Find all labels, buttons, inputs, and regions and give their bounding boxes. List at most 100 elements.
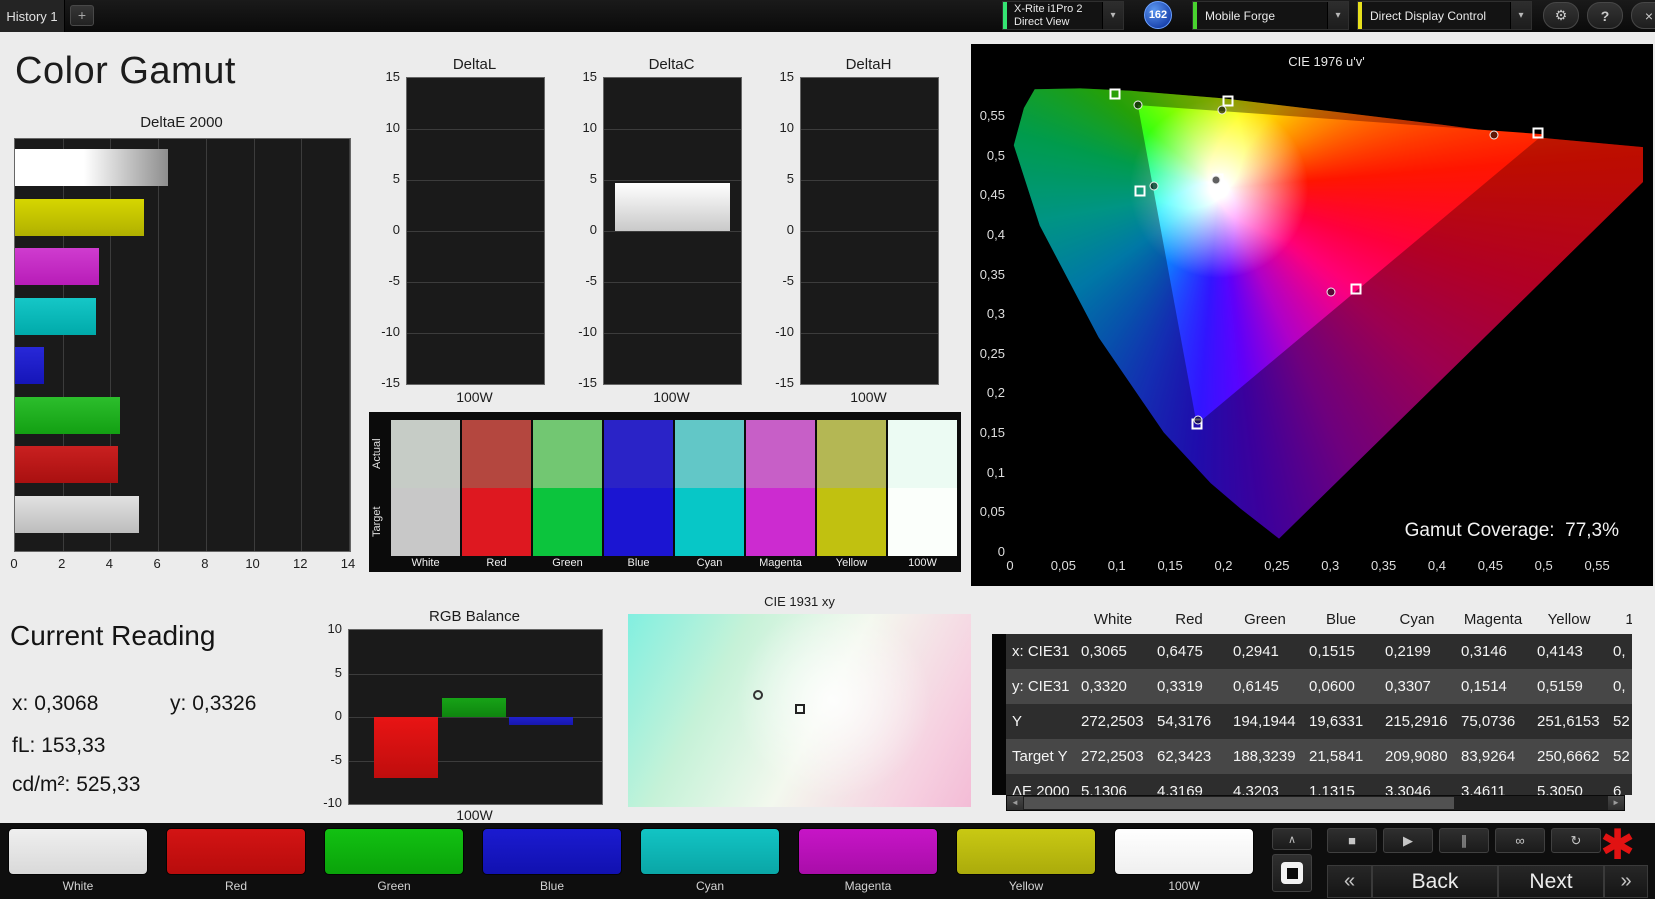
loop-icon: ↻: [1570, 832, 1582, 848]
source-selector[interactable]: Mobile Forge ▾: [1192, 1, 1349, 30]
axis-tick: 10: [385, 120, 400, 135]
chevron-down-icon[interactable]: ▾: [1327, 2, 1348, 29]
axis-tick: 0,15: [979, 425, 1005, 441]
pattern-window-icon: [1281, 862, 1303, 884]
swatch-label: Cyan: [696, 557, 723, 569]
table-cell: 5,1306: [1075, 774, 1151, 795]
chevron-down-icon[interactable]: ▾: [1510, 2, 1531, 29]
deltah-chart: DeltaH 15 10 5 0 -5 -10 -15 100W: [766, 50, 976, 420]
axis-tick: 14: [340, 556, 356, 571]
table-cell: 0,3320: [1075, 669, 1151, 704]
table-row: y: CIE31 0,3320 0,3319 0,6145 0,0600 0,3307 0,…: [992, 669, 1632, 704]
axis-tick: 5: [786, 171, 794, 186]
scroll-right-icon[interactable]: ►: [1608, 796, 1624, 810]
next-button[interactable]: Next: [1498, 865, 1604, 898]
axis-tick: 0: [786, 222, 794, 237]
swatch-actual-white: [391, 420, 460, 488]
workflow-selector[interactable]: Direct Display Control ▾: [1357, 1, 1532, 30]
table-row-label: y: CIE31: [1006, 669, 1075, 704]
patch-cyan[interactable]: [640, 828, 780, 875]
axis-tick: 0,2: [986, 385, 1005, 401]
deltac-chart: DeltaC 15 10 5 0 -5 -10 -15 100W: [569, 50, 779, 420]
table-row: ΔE 2000 5,1306 4,3169 4,3203 1,1315 3,3046 3,4…: [992, 774, 1632, 795]
continuous-button[interactable]: ∞: [1495, 828, 1545, 853]
source-accent-strip: [1193, 2, 1197, 29]
table-cell: 194,1944: [1227, 704, 1303, 739]
swatch-actual-100w: [888, 420, 957, 488]
table-row: Target Y 272,2503 62,3423 188,3239 21,5841 20…: [992, 739, 1632, 774]
patch-yellow[interactable]: [956, 828, 1096, 875]
rgb-bar-green: [442, 697, 506, 717]
swatch-label: Magenta: [759, 557, 802, 569]
gear-icon[interactable]: ⚙: [1543, 2, 1579, 29]
table-cell: 62,3423: [1151, 739, 1227, 774]
axis-tick: 0,25: [1264, 558, 1290, 573]
deltae-bar-magenta: [15, 248, 99, 285]
axis-tick: 0,55: [1584, 558, 1610, 573]
table-cell: 0,0600: [1303, 669, 1379, 704]
table-scrollbar[interactable]: ◄ ►: [1006, 795, 1625, 811]
pattern-window-button[interactable]: [1272, 854, 1312, 892]
swatch-target-yellow: [817, 488, 886, 556]
swatch-label: 100W: [908, 557, 937, 569]
gamut-coverage: Gamut Coverage: 77,3%: [1405, 520, 1619, 542]
delta-bar: [614, 183, 731, 231]
target-marker: [1109, 88, 1121, 100]
table-row-label: x: CIE31: [1006, 634, 1075, 669]
patch-label: Magenta: [844, 879, 892, 893]
help-icon[interactable]: ?: [1587, 2, 1623, 29]
axis-tick: -10: [381, 324, 400, 339]
axis-tick: 0,3: [986, 306, 1005, 322]
axis-label: 100W: [456, 807, 493, 823]
deltae-bar-red: [15, 446, 118, 483]
target-marker: [1532, 127, 1544, 139]
axis-tick: 0: [589, 222, 597, 237]
table-cell: 209,9080: [1379, 739, 1455, 774]
patch-100w[interactable]: [1114, 828, 1254, 875]
table-cell: 1,1315: [1303, 774, 1379, 795]
meter-selector[interactable]: X-Rite i1Pro 2 Direct View ▾: [1002, 1, 1124, 30]
forward-page-button[interactable]: »: [1604, 865, 1648, 898]
chevron-down-icon[interactable]: ▾: [1102, 2, 1123, 29]
patch-blue[interactable]: [482, 828, 622, 875]
reading-cdm2: cd/m²: 525,33: [12, 773, 141, 796]
axis-tick: -10: [775, 324, 794, 339]
source-label: Mobile Forge: [1205, 8, 1276, 23]
axis-tick: 0: [1006, 558, 1014, 573]
tab-history-1[interactable]: History 1: [0, 0, 65, 32]
target-marker: [794, 703, 805, 714]
measured-marker: [1149, 181, 1159, 191]
deltac-plot: [603, 77, 742, 385]
scrollbar-thumb[interactable]: [1024, 797, 1454, 809]
add-tab-button[interactable]: +: [70, 5, 94, 26]
table-cell: 0,2941: [1227, 634, 1303, 669]
stop-button[interactable]: ■: [1327, 828, 1377, 853]
reading-fl: fL: 153,33: [12, 734, 106, 757]
workflow-accent-strip: [1358, 2, 1362, 29]
pause-button[interactable]: ∥: [1439, 828, 1489, 853]
back-button[interactable]: Back: [1372, 865, 1498, 898]
pattern-up-button[interactable]: ∧: [1272, 828, 1312, 850]
rgb-plot: [348, 629, 603, 805]
calman-window: History 1 + X-Rite i1Pro 2 Direct View ▾…: [0, 0, 1655, 899]
patch-label: Yellow: [1008, 879, 1044, 893]
axis-tick: 0,15: [1157, 558, 1183, 573]
meter-label: X-Rite i1Pro 2 Direct View: [1014, 3, 1082, 29]
measured-marker: [1326, 287, 1336, 297]
patch-label: Green: [377, 879, 411, 893]
patch-red[interactable]: [166, 828, 306, 875]
pause-icon: ∥: [1460, 832, 1468, 848]
close-icon[interactable]: ×: [1631, 2, 1655, 29]
prev-page-button[interactable]: «: [1327, 865, 1372, 898]
play-button[interactable]: ▶: [1383, 828, 1433, 853]
target-marker: [1350, 283, 1362, 295]
chart-title: DeltaC: [648, 56, 695, 73]
patch-magenta[interactable]: [798, 828, 938, 875]
deltae-bar-yellow: [15, 198, 144, 236]
cie1976-plot: Gamut Coverage: 77,3%: [1010, 74, 1643, 552]
patch-green[interactable]: [324, 828, 464, 875]
loop-button[interactable]: ↻: [1551, 828, 1601, 853]
patch-white[interactable]: [8, 828, 148, 875]
scroll-left-icon[interactable]: ◄: [1007, 796, 1023, 810]
reading-count-badge[interactable]: 162: [1144, 1, 1172, 29]
